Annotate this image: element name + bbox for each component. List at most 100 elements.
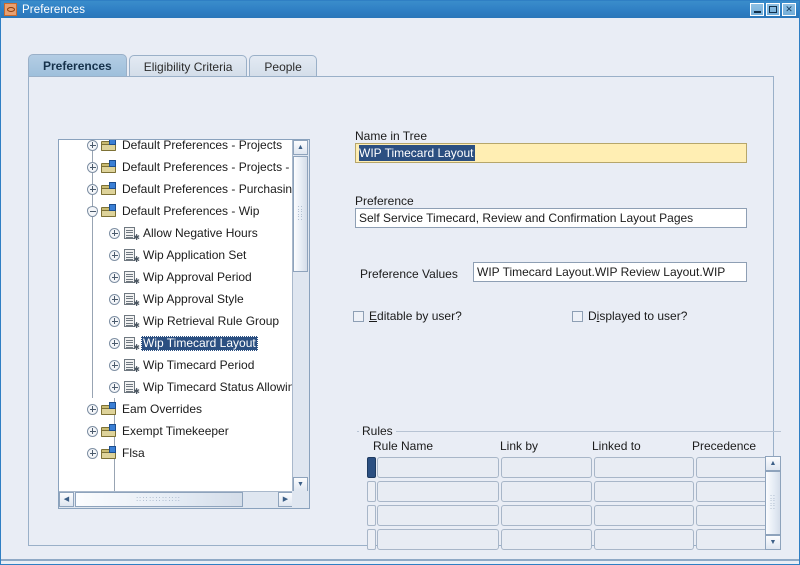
oracle-forms-icon [4,3,17,16]
expander-icon[interactable] [86,183,99,196]
title-bar: Preferences ✕ [1,1,799,18]
tab-preferences-label: Preferences [43,59,112,73]
table-row[interactable] [367,504,779,527]
window-title: Preferences [22,3,86,16]
preference-input[interactable]: Self Service Timecard, Review and Confir… [355,208,747,228]
row-selector[interactable] [367,481,376,502]
expander-icon[interactable] [108,315,121,328]
tree-v-scroll-thumb[interactable]: ∷ ∷ ∷ [293,156,308,272]
table-row[interactable] [367,528,779,551]
cell-precedence[interactable] [696,481,769,502]
checkbox-icon[interactable] [353,310,364,322]
row-selector[interactable] [367,457,376,478]
tree-horizontal-scrollbar[interactable]: ◀ ∷∷∷∷∷∷∷ ▶ [59,491,293,508]
cell-precedence[interactable] [696,505,769,526]
preference-leaf-icon: ✱ [123,226,140,242]
scrollbar-corner [292,491,309,508]
scroll-left-arrow-icon[interactable]: ◀ [59,492,74,507]
cell-link-by[interactable] [501,481,592,502]
cell-rule-name[interactable] [377,481,499,502]
scroll-up-arrow-icon[interactable]: ▲ [293,140,308,155]
scroll-down-arrow-icon[interactable]: ▼ [293,477,308,492]
tab-eligibility-criteria[interactable]: Eligibility Criteria [128,55,248,77]
tree-item-label: Flsa [122,445,145,460]
cell-linked-to[interactable] [594,529,694,550]
expander-icon[interactable] [86,447,99,460]
preferences-tree[interactable]: Default Preferences - Projects Default P… [58,139,310,509]
cell-link-by[interactable] [501,529,592,550]
expander-icon[interactable] [108,359,121,372]
tree-item-wip-approval-period[interactable]: ✱ Wip Approval Period [59,266,293,288]
cell-rule-name[interactable] [377,529,499,550]
expander-icon[interactable] [108,249,121,262]
tree-item-default-preferences-projects-p[interactable]: Default Preferences - Projects - P [59,156,293,178]
rules-scroll-down-arrow-icon[interactable]: ▼ [765,535,781,550]
preference-values-input[interactable]: WIP Timecard Layout.WIP Review Layout.WI… [473,262,747,282]
cell-precedence[interactable] [696,457,769,478]
cell-linked-to[interactable] [594,457,694,478]
tree-item-label: Wip Retrieval Rule Group [143,313,280,328]
tree-item-wip-approval-style[interactable]: ✱ Wip Approval Style [59,288,293,310]
folder-icon [101,204,118,218]
tree-item-label: Wip Approval Style [143,291,244,306]
rules-vertical-scrollbar[interactable]: ▲ ∷ ∷ ∷ ▼ [765,456,781,550]
tree-item-default-preferences-wip[interactable]: Default Preferences - Wip [59,200,293,222]
cell-linked-to[interactable] [594,481,694,502]
table-row[interactable] [367,480,779,503]
rules-scroll-up-arrow-icon[interactable]: ▲ [765,456,781,471]
editable-by-user-checkbox[interactable]: Editable by user? [353,309,462,323]
tree-item-wip-retrieval-rule-group[interactable]: ✱ Wip Retrieval Rule Group [59,310,293,332]
expander-icon[interactable] [86,205,99,218]
name-in-tree-input[interactable]: WIP Timecard Layout [355,143,747,163]
tab-strip: Preferences Eligibility Criteria People [28,54,773,77]
folder-icon [101,160,118,174]
expander-icon[interactable] [86,425,99,438]
expander-icon[interactable] [86,161,99,174]
rules-v-scroll-thumb[interactable]: ∷ ∷ ∷ [765,471,781,535]
tree-item-eam-overrides[interactable]: Eam Overrides [59,398,293,420]
tree-item-default-preferences-projects[interactable]: Default Preferences - Projects [59,140,293,156]
client-area: Preferences Eligibility Criteria People [1,18,799,564]
tab-eligibility-criteria-label: Eligibility Criteria [143,59,233,74]
tree-item-wip-timecard-layout[interactable]: ✱ Wip Timecard Layout [59,332,293,354]
tree-item-allow-negative-hours[interactable]: ✱ Allow Negative Hours [59,222,293,244]
tree-item-label: Wip Application Set [143,247,247,262]
expander-icon[interactable] [108,337,121,350]
cell-rule-name[interactable] [377,457,499,478]
expander-icon[interactable] [108,271,121,284]
displayed-to-user-checkbox[interactable]: Displayed to user? [572,309,687,323]
tree-item-wip-application-set[interactable]: ✱ Wip Application Set [59,244,293,266]
scroll-right-arrow-icon[interactable]: ▶ [278,492,293,507]
expander-icon[interactable] [86,140,99,152]
cell-rule-name[interactable] [377,505,499,526]
expander-icon[interactable] [108,293,121,306]
expander-icon[interactable] [108,381,121,394]
tree-item-label: Wip Approval Period [143,269,252,284]
maximize-button[interactable] [766,3,780,16]
cell-precedence[interactable] [696,529,769,550]
expander-icon[interactable] [108,227,121,240]
tree-item-wip-timecard-period[interactable]: ✱ Wip Timecard Period [59,354,293,376]
rules-grid-body [367,456,779,550]
tab-preferences[interactable]: Preferences [28,54,127,77]
tree-vertical-scrollbar[interactable]: ▲ ∷ ∷ ∷ ▼ [292,140,309,492]
close-button[interactable]: ✕ [782,3,796,16]
row-selector[interactable] [367,529,376,550]
cell-link-by[interactable] [501,457,592,478]
cell-linked-to[interactable] [594,505,694,526]
preference-label: Preference [355,194,414,208]
tab-people[interactable]: People [249,55,317,77]
tree-item-default-preferences-purchasing[interactable]: Default Preferences - Purchasing [59,178,293,200]
tree-item-flsa[interactable]: Flsa [59,442,293,464]
row-selector[interactable] [367,505,376,526]
table-row[interactable] [367,456,779,479]
tree-h-scroll-thumb[interactable]: ∷∷∷∷∷∷∷ [75,492,243,507]
cell-link-by[interactable] [501,505,592,526]
minimize-button[interactable] [750,3,764,16]
expander-icon[interactable] [86,403,99,416]
tree-item-exempt-timekeeper[interactable]: Exempt Timekeeper [59,420,293,442]
tree-item-wip-timecard-status-allowing[interactable]: ✱ Wip Timecard Status Allowing [59,376,293,398]
checkbox-icon[interactable] [572,310,583,322]
tree-item-label: Exempt Timekeeper [122,423,229,438]
column-header-precedence: Precedence [692,439,757,453]
